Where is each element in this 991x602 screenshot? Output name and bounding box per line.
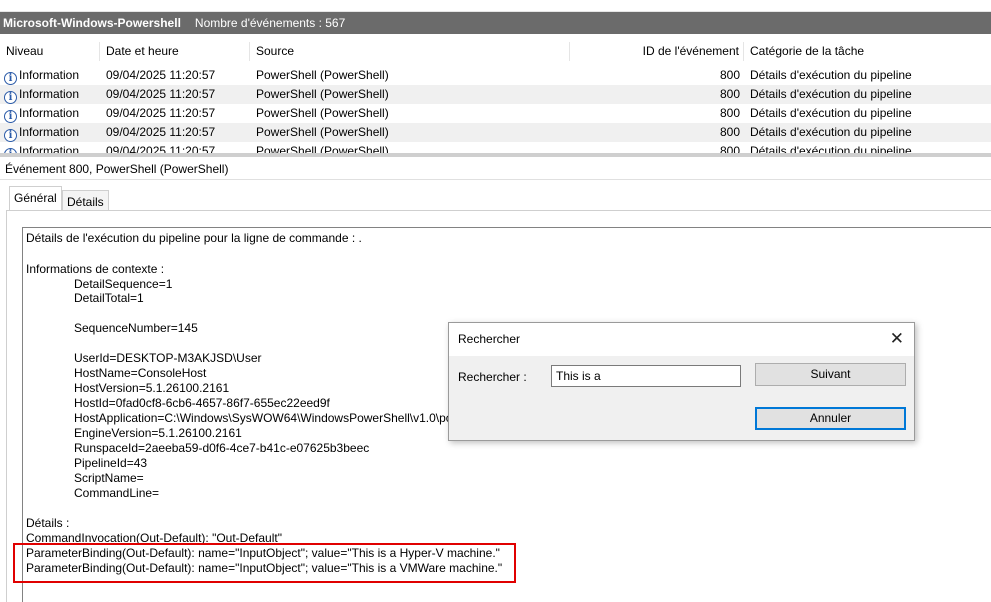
description-line: HostApplication=C:\Windows\SysWOW64\Wind…: [74, 411, 453, 425]
event-title: Événement 800, PowerShell (PowerShell): [0, 158, 991, 180]
table-row[interactable]: iInformation 09/04/2025 11:20:57 PowerSh…: [0, 85, 991, 104]
column-header: Niveau Date et heure Source ID de l'évén…: [0, 42, 991, 61]
table-row[interactable]: iInformation 09/04/2025 11:20:57 PowerSh…: [0, 142, 991, 153]
col-date[interactable]: Date et heure: [100, 42, 250, 61]
table-row[interactable]: iInformation 09/04/2025 11:20:57 PowerSh…: [0, 66, 991, 85]
event-tabs: Détails Général: [0, 181, 991, 212]
col-level[interactable]: Niveau: [0, 42, 100, 61]
col-source[interactable]: Source: [250, 42, 570, 61]
log-name: Microsoft-Windows-Powershell: [3, 16, 181, 30]
info-icon: i: [4, 110, 17, 123]
description-line: DetailTotal=1: [74, 291, 144, 305]
event-list[interactable]: Niveau Date et heure Source ID de l'évén…: [0, 34, 991, 153]
tab-details[interactable]: Détails: [62, 190, 109, 212]
cancel-button[interactable]: Annuler: [755, 407, 906, 430]
highlight-box: [13, 543, 516, 583]
next-button[interactable]: Suivant: [755, 363, 906, 386]
description-line: EngineVersion=5.1.26100.2161: [74, 426, 242, 440]
close-icon[interactable]: ✕: [890, 329, 904, 349]
dialog-title: Rechercher: [458, 332, 521, 346]
description-line: SequenceNumber=145: [74, 321, 198, 335]
find-dialog: Rechercher ✕ Rechercher : This is a Suiv…: [448, 322, 915, 441]
event-count: Nombre d'événements : 567: [194, 16, 346, 30]
description-line: UserId=DESKTOP-M3AKJSD\User: [74, 351, 262, 365]
description-line: Détails :: [26, 516, 70, 530]
description-line: HostName=ConsoleHost: [74, 366, 207, 380]
info-icon: i: [4, 91, 17, 104]
log-titlebar: Microsoft-Windows-Powershell Nombre d'év…: [0, 12, 991, 34]
top-strip: [0, 0, 991, 12]
description-line: HostVersion=5.1.26100.2161: [74, 381, 230, 395]
tab-general[interactable]: Général: [9, 186, 62, 212]
table-row[interactable]: iInformation 09/04/2025 11:20:57 PowerSh…: [0, 104, 991, 123]
find-label: Rechercher :: [458, 370, 527, 384]
description-line: ScriptName=: [74, 471, 144, 485]
description-line: Informations de contexte :: [26, 262, 165, 276]
table-row[interactable]: iInformation 09/04/2025 11:20:57 PowerSh…: [0, 123, 991, 142]
col-category[interactable]: Catégorie de la tâche: [744, 42, 991, 61]
description-line: DetailSequence=1: [74, 277, 173, 291]
dialog-titlebar[interactable]: Rechercher ✕: [449, 323, 914, 356]
description-line: CommandLine=: [74, 486, 160, 500]
find-input[interactable]: This is a: [551, 365, 741, 387]
info-icon: i: [4, 129, 17, 142]
description-line: Détails de l'exécution du pipeline pour …: [26, 231, 362, 245]
description-line: PipelineId=43: [74, 456, 148, 470]
info-icon: i: [4, 72, 17, 85]
description-line: RunspaceId=2aeeba59-d0f6-4ce7-b41c-e0762…: [74, 441, 370, 455]
col-event-id[interactable]: ID de l'événement: [570, 42, 744, 61]
description-line: HostId=0fad0cf8-6cb6-4657-86f7-655ec22ee…: [74, 396, 330, 410]
pane-splitter[interactable]: [0, 153, 991, 157]
